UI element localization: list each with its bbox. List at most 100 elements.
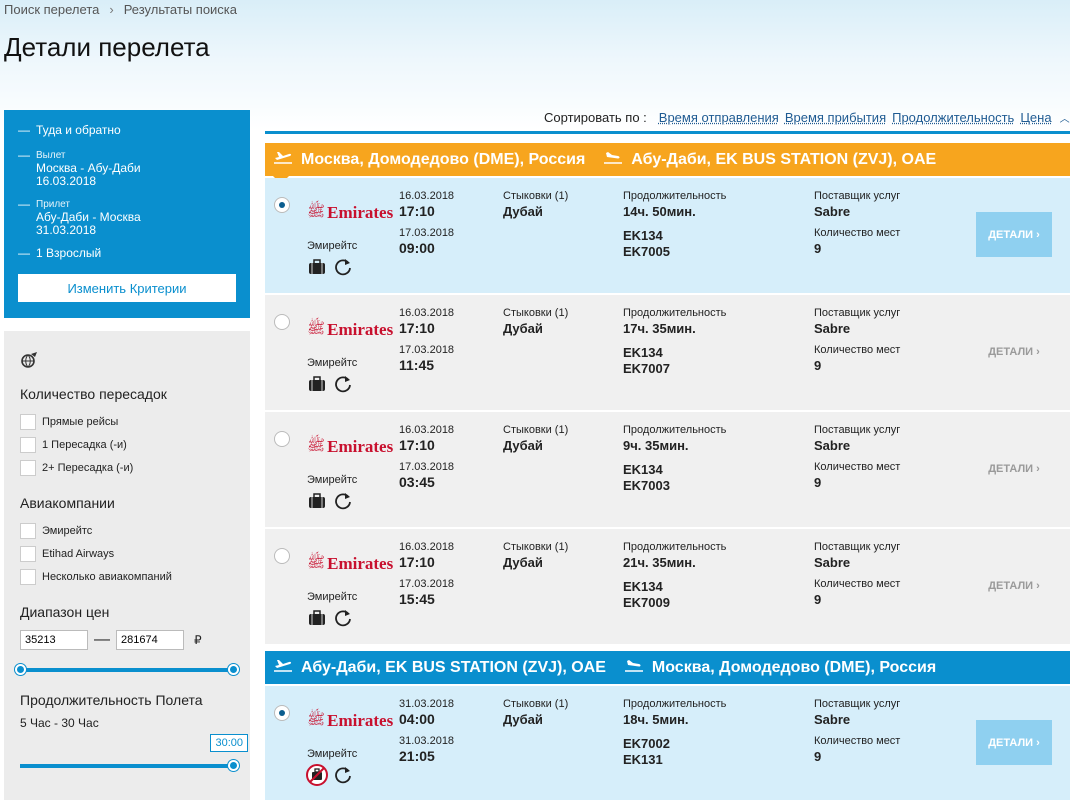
departure-time: 04:00 [399,711,435,727]
change-criteria-button[interactable]: Изменить Критерии [18,274,236,302]
provider-value: Sabre [814,438,851,453]
duration-filter: Продолжительность Полета 5 Час - 30 Час … [20,692,248,772]
details-button[interactable]: ДЕТАЛИ › [976,563,1052,608]
via-city: Дубай [503,321,543,336]
flight-select-radio[interactable] [274,548,290,564]
sort-departure-time[interactable]: Время отправления [659,110,779,125]
provider-label: Поставщик услуг [814,307,901,319]
airlines-filter: Авиакомпании Эмирейтс Etihad Airways Нес… [20,495,234,588]
plane-arrive-icon [624,657,644,678]
seats-value: 9 [814,475,822,490]
filters-panel: Количество пересадок Прямые рейсы 1 Пере… [4,331,250,800]
flight-option[interactable]: ﷺ Emirates Эмирейтс 31.03.2018 04:00 31.… [265,686,1070,800]
stops-one-checkbox[interactable]: 1 Пересадка (-и) [20,433,234,456]
outbound-to: Абу-Даби, EK BUS STATION (ZVJ), OAE [631,150,937,168]
seats-value: 9 [814,592,822,607]
departure-time: 17:10 [399,320,435,336]
seats-label: Количество мест [814,227,901,239]
seats-label: Количество мест [814,344,901,356]
price-slider[interactable] [15,664,239,676]
plane-arrive-icon [603,149,623,170]
search-summary: — Туда и обратно — Вылет Москва - Абу-Да… [4,110,250,318]
departure-time: 17:10 [399,554,435,570]
stops-label: Стыковки (1) [503,698,569,710]
provider-label: Поставщик услуг [814,424,901,436]
provider-value: Sabre [814,321,851,336]
duration-title: Продолжительность Полета [20,692,203,708]
plane-depart-icon [273,657,293,678]
airline-multiple-checkbox[interactable]: Несколько авиакомпаний [20,565,234,588]
trip-type: — Туда и обратно [18,123,121,137]
arrival-time: 11:45 [399,357,435,373]
arrival-date: 31.03.2018 [399,735,455,747]
duration-slider[interactable]: 30:00 [20,734,248,772]
flight-option[interactable]: ﷺ Emirates Эмирейтс 16.03.2018 17:10 17.… [265,529,1070,644]
no-baggage-icon [306,764,328,786]
details-button[interactable]: ДЕТАЛИ › [976,329,1052,374]
arrival-date: 17.03.2018 [399,578,455,590]
departure-date: 16.03.2018 [399,541,455,553]
flight-select-radio[interactable] [274,314,290,330]
emirates-calligraphy-mark: ﷺ [307,202,326,220]
flight-option[interactable]: ﷺ Emirates Эмирейтс 16.03.2018 17:10 17.… [265,178,1070,293]
currency-symbol: ₽ [194,633,202,647]
via-city: Дубай [503,712,543,727]
seats-label: Количество мест [814,735,901,747]
emirates-logo: ﷺ Emirates [307,436,394,456]
price-min-input[interactable] [20,630,88,650]
details-button[interactable]: ДЕТАЛИ › [976,720,1052,765]
sort-direction-icon[interactable]: ︿ [1060,110,1070,125]
duration-label: Продолжительность [623,190,727,202]
emirates-calligraphy-mark: ﷺ [307,553,326,571]
flight-option[interactable]: ﷺ Emirates Эмирейтс 16.03.2018 17:10 17.… [265,295,1070,410]
airline-name: Эмирейтс [307,474,358,486]
globe-plane-icon [20,351,234,374]
return-info: — Прилет Абу-Даби - Москва 31.03.2018 [18,197,141,237]
airline-emirates-checkbox[interactable]: Эмирейтс [20,519,234,542]
return-label: Прилет [36,199,70,210]
results-divider [265,131,1070,134]
airline-name: Эмирейтс [307,240,358,252]
passengers: — 1 Взрослый [18,246,102,260]
refresh-icon [335,610,351,627]
stops-direct-checkbox[interactable]: Прямые рейсы [20,410,234,433]
duration-label: Продолжительность [623,541,727,553]
duration-slider-max-handle[interactable] [228,760,239,771]
seats-label: Количество мест [814,461,901,473]
departure-date: 16.03.2018 [399,424,455,436]
price-max-input[interactable] [116,630,184,650]
breadcrumb-search[interactable]: Поиск перелета [4,2,99,17]
flight-select-radio[interactable] [274,431,290,447]
departure-time: 17:10 [399,203,435,219]
plane-depart-icon [273,149,293,170]
baggage-icon [309,259,325,274]
details-button[interactable]: ДЕТАЛИ › [976,446,1052,491]
duration-tooltip: 30:00 [210,734,248,752]
duration-value: 18ч. 5мин. [623,712,689,727]
airline-etihad-checkbox[interactable]: Etihad Airways [20,542,234,565]
flight-number-1: EK134 [623,579,663,594]
price-filter: Диапазон цен — ₽ [15,604,239,676]
provider-value: Sabre [814,204,851,219]
sort-arrival-time[interactable]: Время прибытия [785,110,886,125]
via-city: Дубай [503,438,543,453]
price-slider-min-handle[interactable] [15,664,26,675]
details-button[interactable]: ДЕТАЛИ › [976,212,1052,257]
flight-option[interactable]: ﷺ Emirates Эмирейтс 16.03.2018 17:10 17.… [265,412,1070,527]
sort-price[interactable]: Цена [1020,110,1051,125]
breadcrumb-results[interactable]: Результаты поиска [124,2,237,17]
depart-label: Вылет [36,150,66,161]
flight-number-1: EK134 [623,462,663,477]
refresh-icon [335,376,351,393]
sort-label: Сортировать по : [544,110,647,125]
breadcrumb: Поиск перелета › Результаты поиска [4,2,237,17]
breadcrumb-separator: › [109,2,114,17]
price-slider-max-handle[interactable] [228,664,239,675]
stops-two-plus-checkbox[interactable]: 2+ Пересадка (-и) [20,456,234,479]
emirates-calligraphy-mark: ﷺ [307,319,326,337]
outbound-from: Москва, Домодедово (DME), Россия [301,150,586,168]
flight-select-radio[interactable] [274,197,290,213]
sort-duration[interactable]: Продолжительность [892,110,1014,125]
flight-select-radio[interactable] [274,705,290,721]
emirates-logo: ﷺ Emirates [307,202,394,222]
